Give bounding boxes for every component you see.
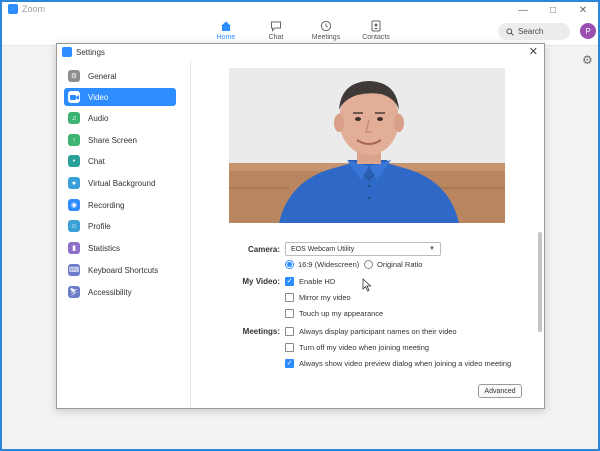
- home-icon: [221, 21, 231, 31]
- search-placeholder: Search: [518, 27, 544, 36]
- settings-sidebar: ⚙ General Video ♫ Audio ↑ Share Screen •…: [58, 61, 191, 408]
- sidebar-item-virtual-background[interactable]: ● Virtual Background: [64, 174, 176, 192]
- top-navigation: Home Chat Meetings Contacts Search P: [2, 18, 598, 46]
- video-settings-panel: Camera: EOS Webcam Utility ▼ 16:9 (Wides…: [192, 61, 544, 408]
- mirror-video-checkbox[interactable]: Mirror my video: [285, 293, 351, 302]
- app-title: Zoom: [8, 4, 45, 14]
- touch-up-checkbox[interactable]: Touch up my appearance: [285, 309, 383, 318]
- tab-chat-label: Chat: [268, 34, 284, 41]
- radio-unselected-icon: [364, 260, 373, 269]
- enable-hd-label: Enable HD: [299, 277, 336, 286]
- display-names-label: Always display participant names on thei…: [299, 327, 457, 336]
- tab-meetings-label: Meetings: [311, 34, 341, 41]
- my-video-label: My Video:: [242, 277, 280, 286]
- mirror-video-label: Mirror my video: [299, 293, 351, 302]
- keyboard-icon: ⌨: [68, 264, 80, 276]
- minimize-button[interactable]: —: [508, 2, 538, 18]
- statistics-icon: ▮: [68, 242, 80, 254]
- profile-icon: ☺: [68, 220, 80, 232]
- clock-icon: [320, 20, 332, 32]
- video-preview: [229, 68, 505, 223]
- sidebar-item-label: Video: [88, 92, 109, 102]
- enable-hd-checkbox[interactable]: ✓ Enable HD: [285, 277, 335, 286]
- sidebar-item-label: Statistics: [88, 243, 121, 253]
- camera-dropdown-value: EOS Webcam Utility: [291, 245, 355, 253]
- radio-selected-icon: [285, 260, 294, 269]
- sidebar-item-share-screen[interactable]: ↑ Share Screen: [64, 131, 176, 149]
- video-preview-dialog-checkbox[interactable]: ✓ Always show video preview dialog when …: [285, 359, 511, 368]
- zoom-logo-icon: [62, 47, 72, 57]
- meetings-label: Meetings:: [242, 327, 280, 336]
- sidebar-item-label: Share Screen: [88, 135, 137, 145]
- accessibility-icon: ⛷: [68, 286, 80, 298]
- webcam-preview-image: [229, 68, 505, 223]
- sidebar-item-audio[interactable]: ♫ Audio: [64, 109, 176, 127]
- sidebar-item-accessibility[interactable]: ⛷ Accessibility: [64, 283, 176, 301]
- chat-icon: [271, 21, 281, 32]
- sidebar-item-label: Audio: [88, 113, 109, 123]
- close-icon[interactable]: ✕: [529, 45, 538, 58]
- checkbox-empty-icon: [285, 327, 294, 336]
- tab-contacts-label: Contacts: [362, 34, 390, 41]
- share-screen-icon: ↑: [68, 134, 80, 146]
- scrollbar[interactable]: [538, 232, 542, 332]
- sidebar-item-label: Keyboard Shortcuts: [88, 265, 159, 275]
- touch-up-label: Touch up my appearance: [299, 309, 384, 318]
- search-icon: [506, 27, 514, 36]
- sidebar-item-label: Recording: [88, 200, 125, 210]
- gear-icon: ⚙: [68, 70, 80, 82]
- sidebar-item-general[interactable]: ⚙ General: [64, 67, 176, 85]
- settings-titlebar: Settings ✕: [57, 44, 544, 60]
- video-preview-dialog-label: Always show video preview dialog when jo…: [299, 359, 512, 368]
- sidebar-item-statistics[interactable]: ▮ Statistics: [64, 239, 176, 257]
- checkmark-icon: ✓: [285, 277, 294, 286]
- window-controls: — □ ✕: [508, 2, 598, 18]
- person-icon: ●: [68, 177, 80, 189]
- search-input[interactable]: Search: [498, 23, 570, 40]
- gear-icon[interactable]: ⚙: [582, 54, 594, 66]
- chat-bubble-icon: •: [68, 155, 80, 167]
- checkbox-empty-icon: [285, 309, 294, 318]
- sidebar-item-profile[interactable]: ☺ Profile: [64, 217, 176, 235]
- app-titlebar: Zoom — □ ✕: [2, 2, 598, 18]
- ratio-widescreen-radio[interactable]: 16:9 (Widescreen): [285, 260, 359, 269]
- avatar[interactable]: P: [580, 23, 596, 39]
- checkmark-icon: ✓: [285, 359, 294, 368]
- ratio-original-label: Original Ratio: [377, 260, 423, 269]
- sidebar-item-label: General: [88, 71, 117, 81]
- zoom-logo-icon: [8, 4, 18, 14]
- sidebar-item-label: Accessibility: [88, 287, 132, 297]
- maximize-button[interactable]: □: [538, 2, 568, 18]
- checkbox-empty-icon: [285, 293, 294, 302]
- advanced-button[interactable]: Advanced: [478, 384, 522, 398]
- app-title-text: Zoom: [22, 4, 46, 14]
- ratio-widescreen-label: 16:9 (Widescreen): [298, 260, 360, 269]
- contacts-icon: [371, 20, 381, 32]
- display-names-checkbox[interactable]: Always display participant names on thei…: [285, 327, 457, 336]
- camera-label: Camera:: [247, 245, 280, 254]
- sidebar-item-label: Virtual Background: [88, 178, 156, 188]
- settings-dialog: Settings ✕ ⚙ General Video ♫ Audio ↑ Sha…: [56, 43, 545, 409]
- sidebar-item-keyboard-shortcuts[interactable]: ⌨ Keyboard Shortcuts: [64, 261, 176, 279]
- sidebar-item-label: Chat: [88, 156, 105, 166]
- settings-title: Settings: [76, 47, 105, 57]
- turn-off-video-checkbox[interactable]: Turn off my video when joining meeting: [285, 343, 429, 352]
- checkbox-empty-icon: [285, 343, 294, 352]
- mouse-cursor-icon: [362, 278, 372, 292]
- sidebar-item-label: Profile: [88, 221, 111, 231]
- camera-dropdown[interactable]: EOS Webcam Utility ▼: [285, 242, 441, 256]
- tab-home-label: Home: [216, 34, 236, 41]
- ratio-original-radio[interactable]: Original Ratio: [364, 260, 422, 269]
- record-icon: ◉: [68, 199, 80, 211]
- sidebar-item-recording[interactable]: ◉ Recording: [64, 196, 176, 214]
- chevron-down-icon: ▼: [429, 246, 435, 252]
- sidebar-item-video[interactable]: Video: [64, 88, 176, 106]
- video-camera-icon: [68, 91, 80, 103]
- sidebar-item-chat[interactable]: • Chat: [64, 152, 176, 170]
- close-window-button[interactable]: ✕: [568, 2, 598, 18]
- headphones-icon: ♫: [68, 112, 80, 124]
- turn-off-video-label: Turn off my video when joining meeting: [299, 343, 430, 352]
